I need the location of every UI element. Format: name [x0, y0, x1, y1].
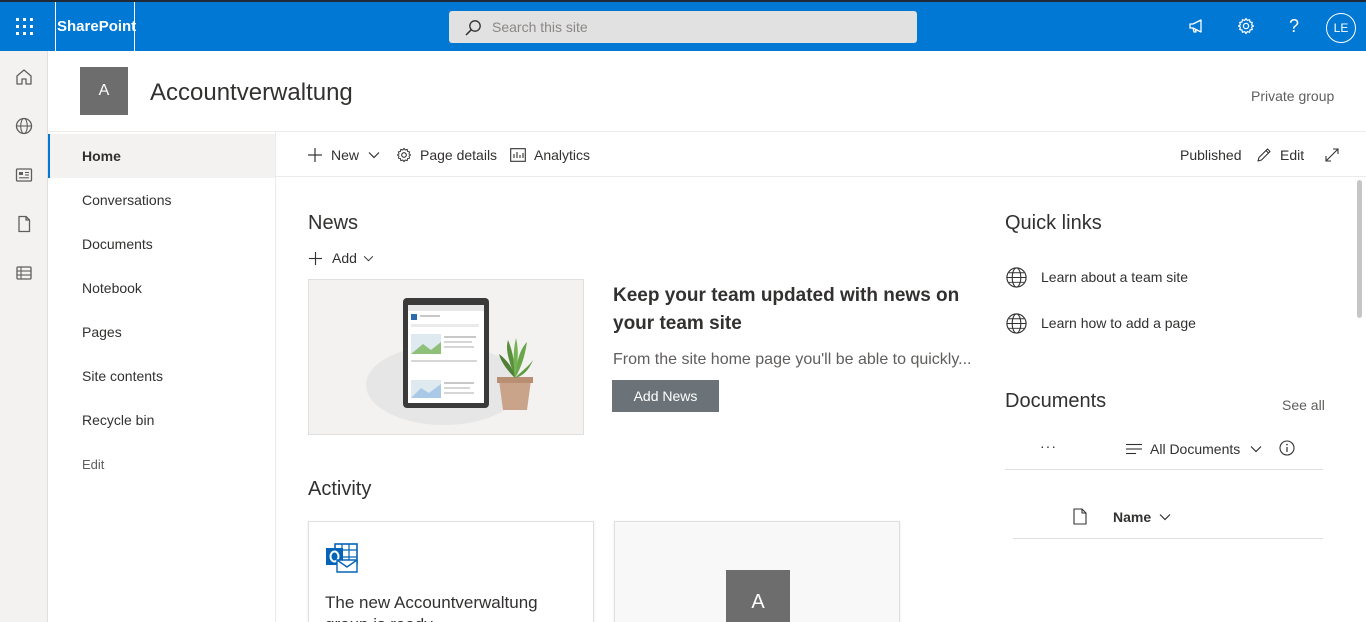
news-add-button[interactable]: Add [308, 248, 374, 268]
info-icon[interactable] [1279, 440, 1295, 456]
search-box[interactable] [449, 11, 917, 43]
privacy-label: Private group [1251, 88, 1335, 104]
nav-item-home[interactable]: Home [48, 134, 275, 178]
activity-card[interactable]: The new Accountverwaltung group is ready [308, 521, 594, 622]
expand-button[interactable] [1324, 132, 1340, 177]
home-icon[interactable] [14, 67, 34, 87]
add-news-button[interactable]: Add News [612, 380, 719, 412]
help-icon[interactable]: ? [1282, 14, 1306, 38]
nav-item-site-contents[interactable]: Site contents [48, 354, 275, 398]
more-options-button[interactable]: ··· [1040, 438, 1057, 454]
nav-item-pages[interactable]: Pages [48, 310, 275, 354]
news-icon[interactable] [14, 165, 34, 185]
name-column-label: Name [1113, 509, 1152, 525]
file-icon[interactable] [14, 214, 34, 234]
app-bar [0, 51, 48, 622]
outlook-icon [326, 543, 358, 573]
analytics-label: Analytics [534, 146, 591, 163]
nav-item-recycle-bin[interactable]: Recycle bin [48, 398, 275, 442]
edit-button[interactable]: Edit [1256, 132, 1304, 177]
activity-card-text: The new Accountverwaltung group is ready [325, 593, 538, 622]
news-title[interactable]: Keep your team updated with news on your… [613, 282, 983, 338]
quick-link-label: Learn how to add a page [1041, 315, 1196, 331]
gear-icon [396, 147, 412, 162]
left-nav: Home Conversations Documents Notebook Pa… [48, 132, 276, 622]
new-label: New [331, 146, 360, 163]
name-column-header[interactable]: Name [1113, 508, 1171, 526]
chevron-down-icon [1250, 446, 1262, 453]
file-type-icon [1073, 508, 1087, 525]
globe-icon [1006, 312, 1027, 334]
globe-icon[interactable] [14, 116, 34, 136]
documents-toolbar-divider [1005, 469, 1323, 470]
brand-link[interactable]: SharePoint [55, 2, 136, 51]
site-title[interactable]: Accountverwaltung [150, 79, 353, 107]
expand-icon [1325, 147, 1339, 162]
see-all-link[interactable]: See all [1282, 397, 1325, 413]
documents-heading: Documents [1005, 390, 1107, 412]
page-details-button[interactable]: Page details [396, 132, 497, 177]
nav-edit-link[interactable]: Edit [48, 442, 275, 486]
new-button[interactable]: New [307, 132, 380, 177]
nav-item-notebook[interactable]: Notebook [48, 266, 275, 310]
quick-links-heading: Quick links [1005, 212, 1102, 234]
analytics-button[interactable]: Analytics [510, 132, 590, 177]
quick-link-label: Learn about a team site [1041, 269, 1189, 285]
plus-icon [308, 251, 323, 265]
quick-link-item[interactable]: Learn about a team site [1005, 265, 1188, 289]
documents-header-divider [1013, 538, 1323, 539]
activity-card[interactable]: A [614, 521, 900, 622]
nav-item-conversations[interactable]: Conversations [48, 178, 275, 222]
news-heading: News [308, 212, 359, 234]
user-avatar[interactable]: LE [1326, 13, 1356, 43]
command-bar: New Page details Analytics Published Edi… [276, 132, 1366, 177]
app-launcher-button[interactable] [0, 2, 48, 51]
gear-icon[interactable] [1234, 14, 1258, 38]
analytics-icon [510, 147, 526, 162]
chevron-down-icon [363, 255, 374, 261]
nav-item-documents[interactable]: Documents [48, 222, 275, 266]
plus-icon [308, 147, 322, 162]
search-input[interactable] [492, 11, 892, 43]
megaphone-icon[interactable] [1185, 14, 1209, 38]
group-avatar: A [726, 570, 790, 622]
search-icon [465, 20, 481, 36]
suite-bar: SharePoint ? LE [0, 0, 1366, 51]
page-details-label: Page details [420, 146, 498, 163]
edit-label: Edit [1280, 146, 1305, 163]
list-view-icon [1126, 443, 1142, 455]
chevron-down-icon [1159, 514, 1171, 521]
quick-link-item[interactable]: Learn how to add a page [1005, 311, 1196, 335]
list-icon[interactable] [14, 263, 34, 283]
news-add-label: Add [332, 250, 357, 266]
pencil-icon [1257, 147, 1271, 162]
site-logo[interactable]: A [80, 67, 128, 115]
view-label: All Documents [1150, 441, 1241, 457]
globe-icon [1006, 266, 1027, 288]
news-description: From the site home page you'll be able t… [613, 351, 972, 368]
page-scrollbar[interactable] [1357, 180, 1362, 318]
view-selector[interactable]: All Documents [1126, 440, 1262, 458]
news-illustration [308, 279, 584, 435]
published-status: Published [1180, 146, 1242, 163]
chevron-down-icon [368, 151, 380, 158]
waffle-icon [15, 18, 33, 35]
activity-heading: Activity [308, 478, 372, 500]
